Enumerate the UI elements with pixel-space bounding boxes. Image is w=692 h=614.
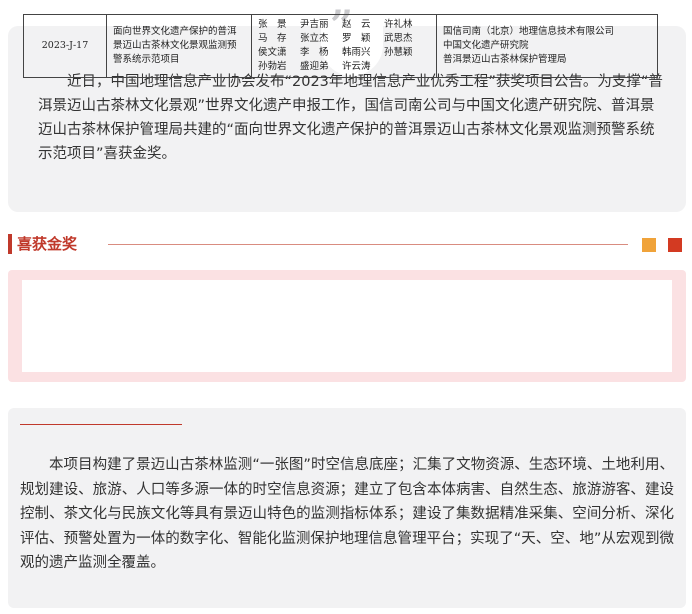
award-people: 张 景 尹吉丽 赵 云 许礼林 马 存 张立杰 罗 颖 武思杰 侯文潇 李 杨 … <box>251 14 437 78</box>
person-name: 李 杨 <box>300 47 329 58</box>
body-divider <box>20 424 182 425</box>
people-row: 侯文潇 李 杨 韩雨兴 孙慧颖 <box>258 46 430 60</box>
person-name: 张立杰 <box>300 33 329 44</box>
intro-paragraph: 近日，中国地理信息产业协会发布“2023年地理信息产业优秀工程”获奖项目公告。为… <box>38 74 663 162</box>
person-name: 侯文潇 <box>258 47 287 58</box>
decor-square-orange <box>642 238 656 252</box>
organization-name: 中国文化遗产研究院 <box>443 40 529 51</box>
table-row: 2023-J-17 面向世界文化遗产保护的普洱景迈山古茶林文化景观监测预警系统示… <box>23 14 658 78</box>
organization-name: 国信司南（北京）地理信息技术有限公司 <box>443 26 615 37</box>
person-name: 赵 云 <box>342 19 371 30</box>
person-name: 孙勃岩 <box>258 61 287 72</box>
award-table-panel <box>8 270 686 382</box>
award-table-background <box>22 280 672 372</box>
people-row: 张 景 尹吉丽 赵 云 许礼林 <box>258 18 430 32</box>
section-divider <box>108 244 628 245</box>
award-organizations: 国信司南（北京）地理信息技术有限公司 中国文化遗产研究院 普洱景迈山古茶林保护管… <box>436 14 658 78</box>
person-name: 尹吉丽 <box>300 19 329 30</box>
person-name: 孙慧颖 <box>384 47 413 58</box>
award-table: 2023-J-17 面向世界文化遗产保护的普洱景迈山古茶林文化景观监测预警系统示… <box>23 14 658 78</box>
body-paragraph: 本项目构建了景迈山古茶林监测“一张图”时空信息底座；汇集了文物资源、生态环境、土… <box>20 457 674 571</box>
people-row: 孙勃岩 盛迎弟 许云涛 <box>258 60 430 74</box>
award-code: 2023-J-17 <box>23 14 107 78</box>
person-name: 张 景 <box>258 19 287 30</box>
section-marker <box>8 234 12 254</box>
person-name: 许云涛 <box>342 61 371 72</box>
person-name: 马 存 <box>258 33 287 44</box>
decor-square-red <box>668 238 682 252</box>
award-project-name: 面向世界文化遗产保护的普洱景迈山古茶林文化景观监测预警系统示范项目 <box>106 14 252 78</box>
person-name: 韩雨兴 <box>342 47 371 58</box>
organization-name: 普洱景迈山古茶林保护管理局 <box>443 54 567 65</box>
people-row: 马 存 张立杰 罗 颖 武思杰 <box>258 32 430 46</box>
person-name: 武思杰 <box>384 33 413 44</box>
person-name: 盛迎弟 <box>300 61 329 72</box>
person-name: 罗 颖 <box>342 33 371 44</box>
section-title: 喜获金奖 <box>17 235 78 253</box>
person-name: 许礼林 <box>384 19 413 30</box>
